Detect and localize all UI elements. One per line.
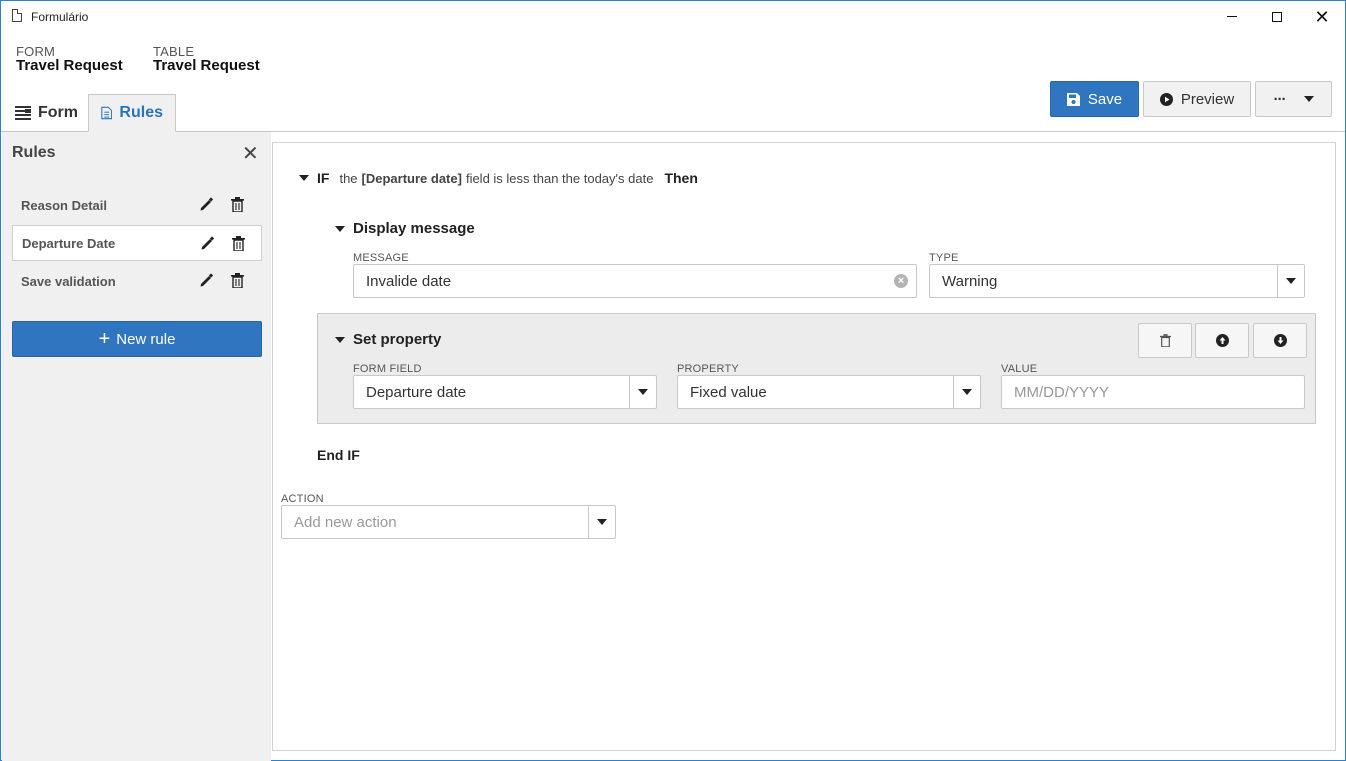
new-rule-button[interactable]: + New rule [12,321,262,357]
dropdown-arrow-icon[interactable] [953,376,980,408]
add-action-placeholder: Add new action [294,513,397,531]
then-keyword: Then [664,170,698,186]
value-input[interactable]: MM/DD/YYYY [1001,375,1305,409]
value-label: VALUE [1001,363,1038,375]
set-property-title: Set property [353,331,442,348]
preview-button-label: Preview [1180,90,1235,108]
condition-prefix: the [339,170,358,186]
end-if-keyword: End IF [317,447,360,463]
form-field-label: FORM FIELD [353,363,422,375]
property-value: Fixed value [690,383,767,401]
rule-item-departure-date[interactable]: Departure Date [12,225,262,261]
play-circle-icon [1159,92,1173,106]
rule-item-reason-detail[interactable]: Reason Detail [12,187,262,223]
preview-button[interactable]: Preview [1143,81,1251,117]
maximize-icon [1272,11,1282,22]
arrow-up-circle-icon [1215,334,1229,347]
minimize-button[interactable] [1209,1,1255,32]
tab-rules[interactable]: Rules [88,94,176,132]
plus-icon: + [98,328,111,350]
delete-action-button[interactable] [1138,323,1192,358]
value-placeholder: MM/DD/YYYY [1014,383,1110,401]
display-message-title: Display message [353,220,475,237]
close-window-button[interactable]: ✕ [1299,1,1345,32]
save-button[interactable]: Save [1050,81,1139,117]
add-action-select[interactable]: Add new action [281,505,616,539]
action-label: ACTION [281,493,324,505]
dropdown-arrow-icon[interactable] [588,506,615,538]
move-up-button[interactable] [1195,323,1249,358]
dropdown-arrow-icon[interactable] [629,376,656,408]
property-label: PROPERTY [677,363,739,375]
if-keyword: IF [317,170,330,186]
property-select[interactable]: Fixed value [677,375,981,409]
rule-item-label: Save validation [21,273,116,289]
message-input[interactable]: Invalide date × [353,264,917,298]
sidebar-title: Rules [12,144,56,161]
collapse-if-icon[interactable] [299,175,309,181]
tab-form[interactable]: Form [3,94,90,132]
type-select[interactable]: Warning [929,264,1305,298]
collapse-section-icon[interactable] [335,336,345,343]
document-icon [12,9,22,22]
type-label: TYPE [929,252,959,264]
ellipsis-icon: ··· [1273,90,1287,108]
pencil-icon[interactable] [199,197,214,212]
table-name: Travel Request [153,57,260,74]
save-button-label: Save [1087,90,1123,108]
rule-item-label: Reason Detail [21,197,107,213]
tab-form-label: Form [38,104,78,121]
trash-icon[interactable] [231,273,244,288]
close-sidebar-icon[interactable]: ✕ [242,144,259,164]
display-message-header[interactable]: Display message [335,220,475,237]
more-options-button[interactable]: ··· [1255,81,1332,117]
form-list-icon [15,106,31,120]
condition-field: [Departure date] [361,170,462,186]
message-label: MESSAGE [353,252,409,264]
pencil-icon[interactable] [200,236,215,251]
set-property-header[interactable]: Set property [335,331,441,348]
arrow-down-circle-icon [1273,334,1287,347]
close-icon: ✕ [1314,6,1330,27]
chevron-down-icon [1303,96,1314,102]
new-rule-label: New rule [116,330,176,348]
clear-icon[interactable]: × [894,274,908,288]
trash-icon [1159,334,1171,347]
title-bar: Formulário ✕ [1,1,1345,32]
trash-icon[interactable] [231,197,244,212]
collapse-section-icon[interactable] [335,225,345,232]
dropdown-arrow-icon[interactable] [1277,265,1304,297]
form-field-value: Departure date [366,383,467,401]
maximize-button[interactable] [1254,1,1300,32]
tab-rules-label: Rules [119,104,163,121]
move-down-button[interactable] [1253,323,1307,358]
type-value: Warning [942,272,998,290]
rule-editor: IF the [Departure date] field is less th… [272,142,1336,751]
set-property-panel: Set property FORM FIELD Departure date P… [317,313,1316,424]
rule-item-save-validation[interactable]: Save validation [12,263,262,299]
rule-item-label: Departure Date [22,235,116,251]
window-title: Formulário [31,10,89,24]
document-icon [101,106,113,120]
application-window: Formulário ✕ FORM Travel Request TABLE T… [0,0,1346,761]
pencil-icon[interactable] [199,273,214,288]
minimize-icon [1227,16,1237,17]
rules-sidebar: Rules ✕ Reason Detail Departure Date Sav… [2,132,271,761]
if-condition-row: IF the [Departure date] field is less th… [299,170,698,186]
condition-suffix: field is less than the today's date [465,170,654,186]
trash-icon[interactable] [232,236,245,251]
message-value: Invalide date [366,272,452,290]
form-field-select[interactable]: Departure date [353,375,657,409]
save-icon [1066,92,1080,106]
form-name: Travel Request [16,57,123,74]
